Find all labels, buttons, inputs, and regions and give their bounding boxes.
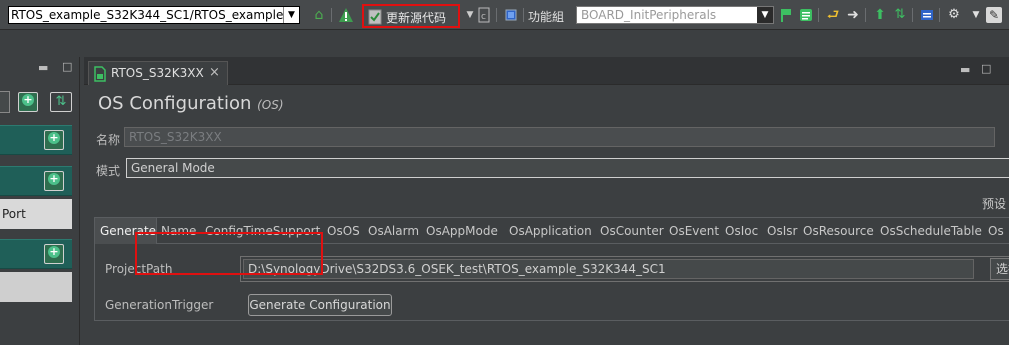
tab-os-event[interactable]: OsEvent xyxy=(669,224,719,238)
page-title: OS Configuration (OS) xyxy=(98,93,284,114)
dropdown-arrow-icon[interactable]: ▼ xyxy=(757,7,773,23)
left-panel-group[interactable] xyxy=(0,166,72,196)
project-select[interactable]: RTOS_example_S32K344_SC1/RTOS_example_S … xyxy=(8,6,300,24)
left-panel-search-input[interactable] xyxy=(0,91,10,113)
function-group-label: 功能組 xyxy=(528,10,565,24)
peripherals-select[interactable]: BOARD_InitPeripherals ▼ xyxy=(576,6,774,24)
minimize-icon[interactable]: ▬ xyxy=(38,61,48,74)
toolbar-separator xyxy=(331,8,332,22)
update-code-icon xyxy=(368,9,382,28)
tab-os-os[interactable]: OsOS xyxy=(327,224,360,238)
add-icon[interactable] xyxy=(44,244,64,264)
copy-icon[interactable]: c xyxy=(476,7,492,23)
up-icon[interactable]: ⬆ xyxy=(872,7,888,23)
maximize-icon[interactable]: □ xyxy=(981,62,991,75)
name-field: RTOS_S32K3XX xyxy=(124,127,995,147)
tab-os-ioc[interactable]: OsIoc xyxy=(725,224,758,238)
page-title-subtitle: (OS) xyxy=(257,98,284,112)
add-icon[interactable] xyxy=(44,171,64,191)
tab-label: RTOS_S32K3XX xyxy=(111,66,204,80)
page-title-text: OS Configuration xyxy=(98,93,252,114)
editor-panel: RTOS_S32K3XX × ▬ □ OS Configuration (OS)… xyxy=(84,57,1009,345)
redo-icon[interactable]: ➜ xyxy=(845,7,861,23)
home-icon[interactable]: ⌂ xyxy=(311,7,327,23)
tab-os-more[interactable]: Os xyxy=(988,224,1004,238)
tab-os-isr[interactable]: OsIsr xyxy=(767,224,797,238)
maximize-icon[interactable]: □ xyxy=(62,60,72,73)
highlight-box xyxy=(135,232,323,275)
generate-configuration-button[interactable]: Generate Configuration xyxy=(248,294,392,316)
mode-select[interactable]: General Mode xyxy=(126,158,1009,178)
svg-text:c: c xyxy=(481,12,486,22)
minimize-icon[interactable]: ▬ xyxy=(960,63,970,76)
tab-os-resource[interactable]: OsResource xyxy=(803,224,874,238)
toolbar-separator xyxy=(912,8,913,22)
add-icon[interactable] xyxy=(44,130,64,150)
left-panel: ▬ □ ⇅ Port xyxy=(0,57,80,345)
tab-os-counter[interactable]: OsCounter xyxy=(600,224,664,238)
edit-icon[interactable]: ✎ xyxy=(986,7,1002,23)
tab-os-application[interactable]: OsApplication xyxy=(509,224,592,238)
browse-button[interactable]: 选择 xyxy=(990,258,1009,280)
left-panel-group[interactable] xyxy=(0,239,72,269)
dropdown-arrow-icon[interactable]: ▼ xyxy=(283,7,299,23)
preset-label[interactable]: 预设 xyxy=(982,195,1006,212)
toolbar-separator xyxy=(939,8,940,22)
toolbar-separator xyxy=(496,8,497,22)
add-icon[interactable] xyxy=(18,92,38,112)
toolbar-separator xyxy=(523,8,524,22)
sort-icon[interactable]: ⇅ xyxy=(892,7,908,23)
update-code-button[interactable]: 更新源代码 xyxy=(362,4,460,28)
toolbar-separator xyxy=(818,8,819,22)
left-panel-item[interactable] xyxy=(0,272,72,302)
doc-icon[interactable] xyxy=(919,7,935,23)
left-panel-group[interactable] xyxy=(0,125,72,155)
sort-icon[interactable]: ⇅ xyxy=(50,92,72,112)
undo-icon[interactable]: ⮐ xyxy=(825,7,841,23)
tab-os-schedule-table[interactable]: OsScheduleTable xyxy=(880,224,982,238)
tab-os-app-mode[interactable]: OsAppMode xyxy=(426,224,498,238)
project-path-input[interactable]: D:\SynologyDrive\S32DS3.6_OSEK_test\RTOS… xyxy=(243,259,974,279)
warning-icon[interactable] xyxy=(338,7,354,23)
peripherals-select-value: BOARD_InitPeripherals xyxy=(581,8,717,22)
list-icon[interactable] xyxy=(798,7,814,23)
tab-os-alarm[interactable]: OsAlarm xyxy=(368,224,419,238)
mode-label: 模式 xyxy=(96,164,121,178)
close-icon[interactable]: × xyxy=(209,65,220,80)
toolbar-separator xyxy=(865,8,866,22)
settings-dropdown-icon[interactable]: ▼ xyxy=(968,7,984,23)
chip-icon[interactable] xyxy=(503,7,519,23)
settings-icon[interactable]: ⚙ xyxy=(946,7,962,23)
project-select-value: RTOS_example_S32K344_SC1/RTOS_example_S xyxy=(11,8,297,22)
update-code-label: 更新源代码 xyxy=(386,11,447,25)
name-label: 名称 xyxy=(96,133,121,147)
left-panel-item-port[interactable]: Port xyxy=(0,199,72,229)
generation-trigger-label: GenerationTrigger xyxy=(105,298,214,312)
file-icon xyxy=(93,66,107,85)
tab-rtos-s32k3xx[interactable]: RTOS_S32K3XX × xyxy=(88,61,228,85)
main-toolbar: RTOS_example_S32K344_SC1/RTOS_example_S … xyxy=(0,0,1009,30)
editor-tabbar: RTOS_S32K3XX × ▬ □ xyxy=(84,57,1009,85)
flag-icon[interactable] xyxy=(778,7,794,23)
